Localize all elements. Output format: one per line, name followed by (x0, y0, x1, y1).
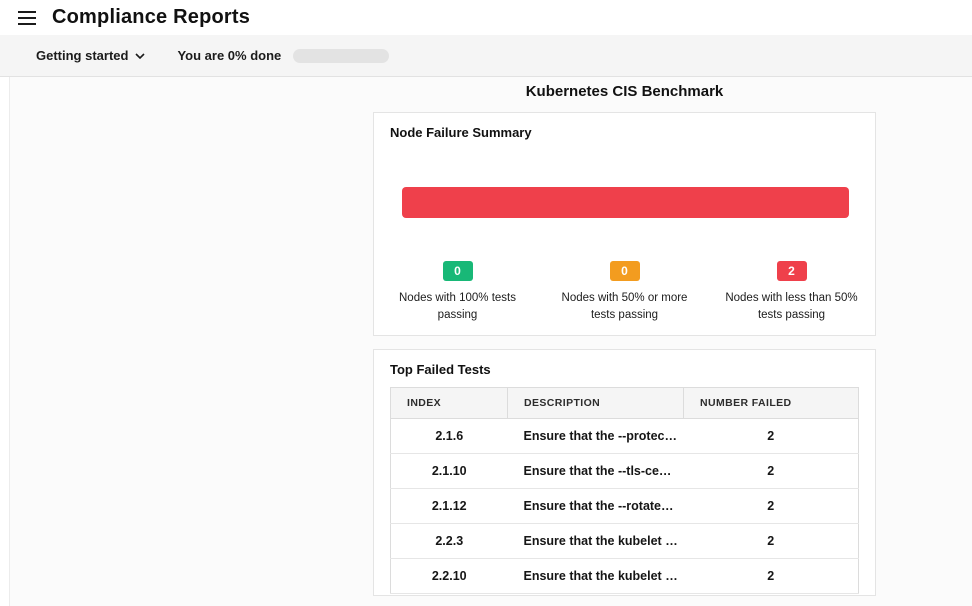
table-header-row: Index Description Number Failed (391, 388, 859, 419)
stat-label: Nodes with less than 50% tests passing (716, 290, 868, 323)
stat-label: Nodes with 100% tests passing (382, 290, 534, 323)
getting-started-dropdown[interactable]: Getting started (36, 48, 145, 63)
chevron-down-icon (135, 53, 145, 59)
stat-badge: 0 (610, 261, 640, 281)
cell-index: 2.2.10 (391, 559, 508, 594)
cell-index: 2.1.12 (391, 489, 508, 524)
cell-description: Ensure that the kubelet … (508, 559, 684, 594)
stat-label: Nodes with 50% or more tests passing (549, 290, 701, 323)
top-failed-tests-card: Top Failed Tests Index Description Numbe… (373, 349, 876, 596)
stat-badge: 2 (777, 261, 807, 281)
column-header-description: Description (508, 388, 684, 419)
menu-button[interactable] (12, 7, 42, 29)
node-failure-summary-title: Node Failure Summary (390, 125, 859, 140)
table-row: 2.1.6 Ensure that the --protec… 2 (391, 419, 859, 454)
failure-bar (402, 187, 849, 218)
table-row: 2.1.10 Ensure that the --tls-ce… 2 (391, 454, 859, 489)
progress-text: You are 0% done (177, 48, 281, 63)
top-header: Compliance Reports (0, 0, 972, 35)
cell-number-failed: 2 (684, 419, 859, 454)
getting-started-bar: Getting started You are 0% done (0, 35, 972, 77)
page-title: Compliance Reports (52, 6, 250, 29)
table-row: 2.2.3 Ensure that the kubelet … 2 (391, 524, 859, 559)
cell-description: Ensure that the kubelet … (508, 524, 684, 559)
benchmark-title: Kubernetes CIS Benchmark (373, 83, 876, 100)
getting-started-label: Getting started (36, 48, 128, 63)
stat-passing-50-or-more: 0 Nodes with 50% or more tests passing (541, 261, 708, 323)
column-header-index: Index (391, 388, 508, 419)
cell-index: 2.2.3 (391, 524, 508, 559)
column-header-number-failed: Number Failed (684, 388, 859, 419)
table-row: 2.2.10 Ensure that the kubelet … 2 (391, 559, 859, 594)
cell-index: 2.1.6 (391, 419, 508, 454)
left-strip (0, 77, 10, 606)
report-column: Kubernetes CIS Benchmark Node Failure Su… (373, 77, 876, 596)
menu-icon (18, 11, 36, 25)
cell-description: Ensure that the --rotate… (508, 489, 684, 524)
node-failure-summary-card: Node Failure Summary 0 Nodes with 100% t… (373, 112, 876, 336)
progress-bar (293, 49, 389, 63)
app-root: Compliance Reports Getting started You a… (0, 0, 972, 606)
failed-tests-table: Index Description Number Failed 2.1.6 En… (390, 387, 859, 594)
cell-number-failed: 2 (684, 559, 859, 594)
main-content: Kubernetes CIS Benchmark Node Failure Su… (0, 77, 972, 606)
cell-description: Ensure that the --tls-ce… (508, 454, 684, 489)
cell-number-failed: 2 (684, 489, 859, 524)
top-failed-tests-title: Top Failed Tests (390, 362, 859, 377)
stat-passing-100: 0 Nodes with 100% tests passing (374, 261, 541, 323)
stats-row: 0 Nodes with 100% tests passing 0 Nodes … (374, 261, 875, 323)
cell-index: 2.1.10 (391, 454, 508, 489)
stat-passing-less-50: 2 Nodes with less than 50% tests passing (708, 261, 875, 323)
table-row: 2.1.12 Ensure that the --rotate… 2 (391, 489, 859, 524)
cell-number-failed: 2 (684, 454, 859, 489)
cell-number-failed: 2 (684, 524, 859, 559)
cell-description: Ensure that the --protec… (508, 419, 684, 454)
stat-badge: 0 (443, 261, 473, 281)
